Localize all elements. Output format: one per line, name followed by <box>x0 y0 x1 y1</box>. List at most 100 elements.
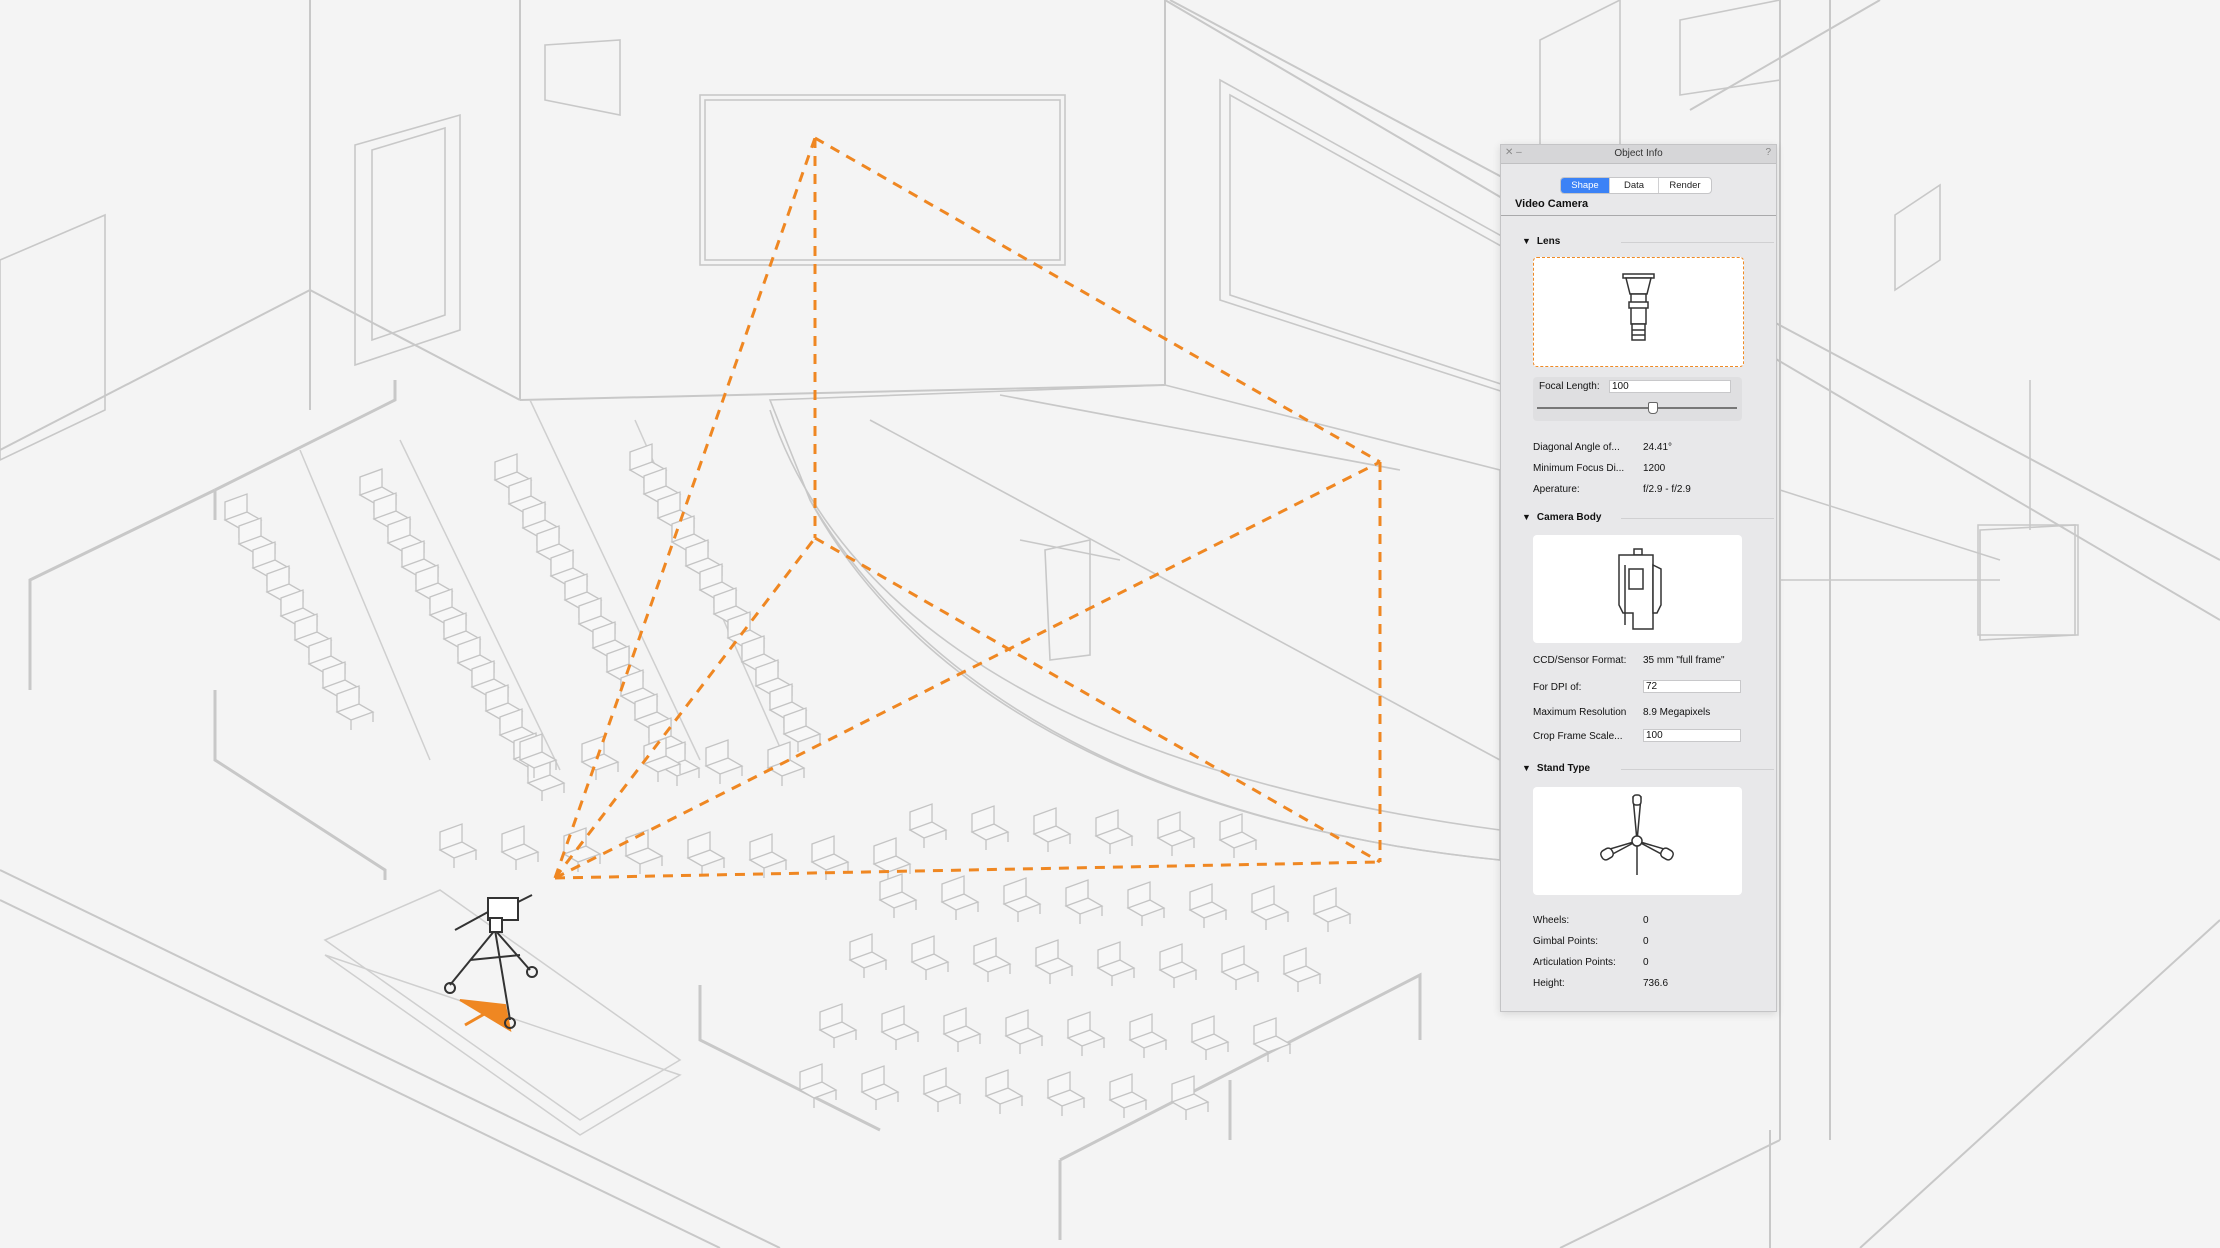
seat <box>1096 941 1136 986</box>
focal-length-slider-thumb[interactable] <box>1648 402 1658 414</box>
seat <box>1126 881 1166 926</box>
object-type-label: Video Camera <box>1515 198 1589 210</box>
ccd-format-label: CCD/Sensor Format: <box>1533 655 1627 666</box>
seat <box>1002 877 1042 922</box>
section-divider <box>1621 769 1774 770</box>
seat <box>686 831 726 876</box>
seat <box>1004 1009 1044 1054</box>
disclosure-triangle-icon[interactable]: ▼ <box>1522 512 1531 522</box>
seats <box>223 443 1352 1120</box>
seat <box>624 829 664 874</box>
palette-tabs: Shape Data Render <box>1560 177 1712 194</box>
lens-row-value: f/2.9 - f/2.9 <box>1643 484 1691 495</box>
seat <box>972 937 1012 982</box>
stage <box>768 384 1501 861</box>
auditorium-viewport[interactable] <box>0 0 2220 1248</box>
seat <box>940 875 980 920</box>
seat <box>1170 1075 1210 1120</box>
palette-title: Object Info <box>1614 148 1663 159</box>
video-camera-on-tripod[interactable] <box>444 894 538 1033</box>
camera-body-thumbnail[interactable] <box>1533 535 1742 643</box>
stand-type-thumbnail[interactable] <box>1533 787 1742 895</box>
lens-row-value: 1200 <box>1643 463 1666 474</box>
seat <box>910 935 950 980</box>
seat <box>908 803 948 848</box>
seat <box>1108 1073 1148 1118</box>
seat <box>1220 945 1260 990</box>
camera-body-section-header[interactable]: ▼ Camera Body <box>1522 512 1601 523</box>
object-info-palette: ✕ – Object Info ? Shape Data Render Vide… <box>1500 144 1777 1012</box>
seat <box>1158 943 1198 988</box>
section-divider <box>1621 518 1774 519</box>
seat <box>335 685 375 730</box>
lens-row-label: Aperature: <box>1533 484 1580 495</box>
seat <box>1190 1015 1230 1060</box>
seat <box>1064 879 1104 924</box>
tab-data[interactable]: Data <box>1610 178 1659 193</box>
stand-row-value: 0 <box>1643 915 1649 926</box>
seat <box>1250 885 1290 930</box>
seat <box>1094 809 1134 854</box>
seat <box>704 739 744 784</box>
seat <box>1282 947 1322 992</box>
max-resolution-label: Maximum Resolution <box>1533 707 1627 718</box>
seat <box>970 805 1010 850</box>
stand-row-label: Articulation Points: <box>1533 957 1616 968</box>
dpi-label: For DPI of: <box>1533 682 1582 693</box>
lens-row-value: 24.41° <box>1643 442 1673 453</box>
focal-length-slider[interactable] <box>1537 407 1737 409</box>
ccd-format-value: 35 mm "full frame" <box>1643 655 1725 666</box>
stand-row-label: Gimbal Points: <box>1533 936 1599 947</box>
stand-type-section-header[interactable]: ▼ Stand Type <box>1522 763 1590 774</box>
seat <box>1046 1071 1086 1116</box>
max-resolution-value: 8.9 Megapixels <box>1643 707 1711 718</box>
divider <box>1501 215 1776 216</box>
seat <box>922 1067 962 1112</box>
crop-frame-field[interactable]: 100 <box>1643 729 1741 742</box>
lens-thumbnail[interactable] <box>1533 257 1744 367</box>
seat <box>1066 1011 1106 1056</box>
focal-length-field[interactable]: 100 <box>1609 380 1731 393</box>
seat <box>1034 939 1074 984</box>
seat <box>748 833 788 878</box>
seat <box>818 1003 858 1048</box>
seat <box>860 1065 900 1110</box>
dpi-field[interactable]: 72 <box>1643 680 1741 693</box>
section-divider <box>1621 242 1774 243</box>
seat <box>984 1069 1024 1114</box>
focal-length-label: Focal Length: <box>1539 381 1600 392</box>
projector <box>1779 489 2079 636</box>
stand-row-value: 736.6 <box>1643 978 1669 989</box>
disclosure-triangle-icon[interactable]: ▼ <box>1522 236 1531 246</box>
lens-row-label: Diagonal Angle of... <box>1533 442 1620 453</box>
palette-titlebar[interactable]: ✕ – Object Info ? <box>1501 145 1776 164</box>
seat <box>1156 811 1196 856</box>
disclosure-triangle-icon[interactable]: ▼ <box>1522 763 1531 773</box>
seat <box>880 1005 920 1050</box>
seat <box>500 825 540 870</box>
seat <box>798 1063 838 1108</box>
seat <box>1032 807 1072 852</box>
tab-render[interactable]: Render <box>1659 178 1711 193</box>
seat <box>1188 883 1228 928</box>
seat <box>872 837 912 882</box>
stand-row-label: Height: <box>1533 978 1565 989</box>
seat <box>580 735 620 780</box>
tripod-stand-icon <box>1600 794 1674 875</box>
camera-body-icon <box>1618 548 1662 630</box>
stand-row-value: 0 <box>1643 957 1649 968</box>
stand-row-value: 0 <box>1643 936 1649 947</box>
lens-icon <box>1622 273 1655 341</box>
help-icon[interactable]: ? <box>1765 147 1771 158</box>
room-walls <box>0 0 2220 1248</box>
lens-section-header[interactable]: ▼ Lens <box>1522 236 1560 247</box>
seat <box>848 933 888 978</box>
stand-row-label: Wheels: <box>1533 915 1570 926</box>
crop-frame-label: Crop Frame Scale... <box>1533 731 1623 742</box>
seat <box>438 823 478 868</box>
seat <box>1252 1017 1292 1062</box>
seat <box>1312 887 1352 932</box>
tab-shape[interactable]: Shape <box>1561 178 1610 193</box>
seat <box>942 1007 982 1052</box>
seat <box>1218 813 1258 858</box>
